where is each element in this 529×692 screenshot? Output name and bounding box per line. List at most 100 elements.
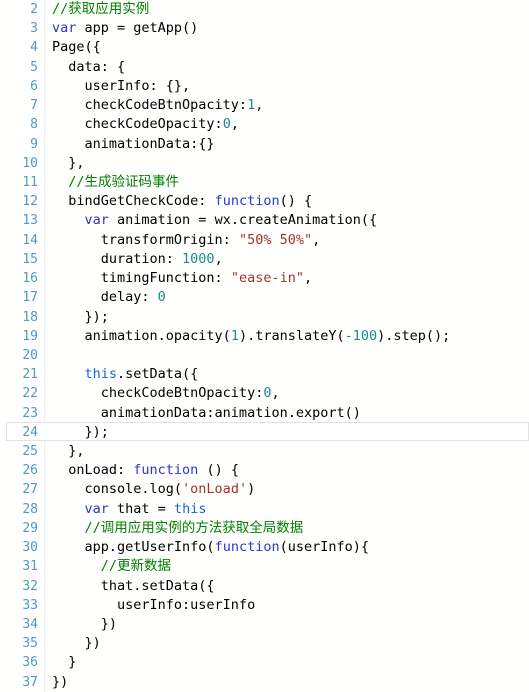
code-line[interactable]: 27 console.log('onLoad') [0,480,529,499]
code-line[interactable]: 13 var animation = wx.createAnimation({ [0,211,529,230]
code-line-content[interactable]: onLoad: function () { [52,461,529,480]
code-line[interactable]: 36 } [0,653,529,672]
code-line[interactable]: 37}) [0,673,529,692]
code-line-content[interactable]: this.setData({ [52,365,529,384]
code-line[interactable]: 2 //获取应用实例 [0,0,529,19]
line-number: 17 [22,290,38,306]
token-pln: ) [247,481,256,498]
code-line-content[interactable]: var app = getApp() [52,19,529,38]
code-line[interactable]: 28 var that = this [0,500,529,519]
code-line[interactable]: 21 this.setData({ [0,365,529,384]
code-line-content[interactable]: //获取应用实例 [52,0,529,19]
code-line[interactable]: 17 delay: 0 [0,288,529,307]
code-line-content[interactable]: }) [52,615,529,634]
code-line[interactable]: 3 var app = getApp() [0,19,529,38]
code-line-content[interactable]: app.getUserInfo(function(userInfo){ [52,538,529,557]
code-editor[interactable]: 2 //获取应用实例 3 var app = getApp() 4 Page({5 dat… [0,0,529,692]
code-line-content[interactable]: userInfo:userInfo [52,596,529,615]
code-line-content[interactable]: userInfo: {}, [52,77,529,96]
code-line-content[interactable]: animationData:{} [52,135,529,154]
line-number: 4 [30,40,38,56]
line-number: 23 [22,405,38,421]
code-line[interactable]: 4 Page({ [0,38,529,57]
code-line-content[interactable]: console.log('onLoad') [52,480,529,499]
code-line[interactable]: 5 data: { [0,58,529,77]
code-line-content[interactable]: var that = this [52,500,529,519]
token-num: 0 [157,289,166,306]
code-line[interactable]: 29 //调用应用实例的方法获取全局数据 [0,519,529,538]
code-line[interactable]: 14 transformOrigin: "50% 50%", [0,231,529,250]
code-line-content[interactable]: checkCodeBtnOpacity:1, [52,96,529,115]
code-line-content[interactable]: }); [52,308,529,327]
line-number: 13 [22,213,38,229]
code-line-content[interactable]: data: { [52,58,529,77]
line-number: 5 [30,59,38,75]
line-number: 2 [30,2,38,17]
code-line[interactable]: 15 duration: 1000, [0,250,529,269]
code-line[interactable]: 30 app.getUserInfo(function(userInfo){ [0,538,529,557]
code-line-content[interactable]: Page({ [52,38,529,57]
line-number: 21 [22,367,38,383]
code-line[interactable]: 25 }, [0,442,529,461]
token-pln: animation.opacity( [52,327,231,344]
code-line-content[interactable]: //生成验证码事件 [52,173,529,192]
token-pln: , [230,116,239,133]
code-line-content[interactable]: }, [52,154,529,173]
code-line-content[interactable]: transformOrigin: "50% 50%", [52,231,529,250]
code-line-content[interactable]: animation.opacity(1).translateY(-100).st… [52,327,529,346]
code-line-content[interactable]: } [52,653,529,672]
code-line-content[interactable]: duration: 1000, [52,250,529,269]
code-line-content[interactable]: delay: 0 [52,288,529,307]
token-num: 0 [222,116,231,133]
code-line[interactable]: 31 //更新数据 [0,557,529,576]
code-line[interactable]: 10 }, [0,154,529,173]
token-pln: that.setData({ [52,577,215,594]
code-line[interactable]: 18 }); [0,308,529,327]
code-line[interactable]: 8 checkCodeOpacity:0, [0,115,529,134]
code-line[interactable]: 26 onLoad: function () { [0,461,529,480]
code-line-content[interactable]: //调用应用实例的方法获取全局数据 [52,519,529,538]
line-number: 34 [22,617,38,632]
code-line[interactable]: 16 timingFunction: "ease-in", [0,269,529,288]
code-line[interactable]: 19 animation.opacity(1).translateY(-100)… [0,327,529,346]
token-num: -100 [344,327,378,344]
token-pln: animationData:animation.export() [52,404,361,421]
code-line[interactable]: 24 }); [0,422,529,442]
code-line[interactable]: 22 checkCodeBtnOpacity:0, [0,384,529,403]
code-line[interactable]: 33 userInfo:userInfo [0,596,529,615]
code-line[interactable]: 9 animationData:{} [0,135,529,154]
code-line[interactable]: 20 [0,346,529,365]
code-lines-container[interactable]: 2 //获取应用实例 3 var app = getApp() 4 Page({5 dat… [0,0,529,692]
line-number: 18 [22,309,38,325]
code-line-content[interactable]: checkCodeBtnOpacity:0, [52,384,529,403]
code-line[interactable]: 34 }) [0,615,529,634]
line-number: 28 [22,501,38,517]
code-line[interactable]: 7 checkCodeBtnOpacity:1, [0,96,529,115]
code-line-content[interactable]: checkCodeOpacity:0, [52,115,529,134]
code-line[interactable]: 35 }) [0,634,529,653]
token-num: 1 [230,327,239,344]
code-line-content[interactable]: that.setData({ [52,577,529,596]
code-line[interactable]: 12 bindGetCheckCode: function() { [0,192,529,211]
token-cmt: //生成验证码事件 [68,173,180,190]
code-line-content[interactable]: //更新数据 [52,557,529,576]
line-number: 3 [30,21,38,37]
code-line-content[interactable]: }) [52,673,529,692]
code-line-content[interactable]: }); [52,423,529,442]
code-line-content[interactable]: bindGetCheckCode: function() { [52,192,529,211]
code-line[interactable]: 23 animationData:animation.export() [0,404,529,423]
token-pln: timingFunction: [52,270,231,287]
token-pln: , [255,97,264,114]
token-pln: delay: [52,289,158,306]
code-line-content[interactable]: timingFunction: "ease-in", [52,269,529,288]
code-line[interactable]: 32 that.setData({ [0,577,529,596]
code-line-content[interactable]: }) [52,634,529,653]
code-line-content[interactable]: var animation = wx.createAnimation({ [52,211,529,230]
code-line[interactable]: 6 userInfo: {}, [0,77,529,96]
code-line-content[interactable]: }, [52,442,529,461]
code-line-content[interactable]: animationData:animation.export() [52,404,529,423]
token-pln: .setData({ [117,366,199,383]
line-number: 24 [22,424,38,440]
line-number: 35 [22,636,38,652]
code-line[interactable]: 11 //生成验证码事件 [0,173,529,192]
